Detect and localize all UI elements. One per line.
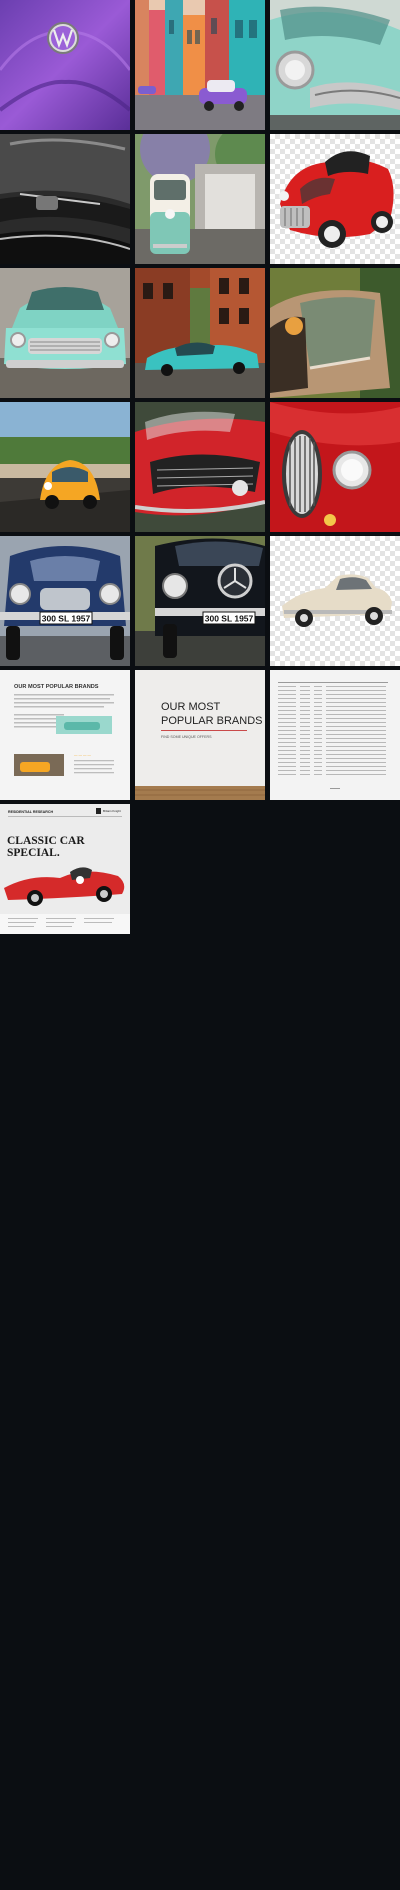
turquoise-chevrolet-image	[0, 268, 130, 398]
brick-street-image	[135, 268, 265, 398]
gallery-tile-orange-fiat[interactable]	[0, 402, 130, 532]
black-hood-image	[0, 134, 130, 264]
turquoise-car-image	[270, 0, 400, 130]
slide-subtitle: FIND SOME UNIQUE OFFERS	[161, 735, 212, 739]
gallery-tile-blue-mercedes[interactable]: 300 SL 1957	[0, 536, 130, 666]
gallery-tile-red-jaguar[interactable]	[270, 402, 400, 532]
brands-slide-image: OUR MOST POPULAR BRANDS FIND SOME UNIQUE…	[135, 670, 265, 800]
gallery-tile-red-mustang[interactable]	[135, 402, 265, 532]
red-convertible-image	[279, 151, 394, 248]
bronze-car-image	[270, 268, 400, 398]
image-gallery: 300 SL 1957 300 SL 1957 OUR MOST POPULAR…	[0, 0, 400, 934]
magazine-masthead: RESIDENTIAL RESEARCH	[8, 810, 53, 814]
gallery-tile-turquoise-chevrolet[interactable]	[0, 268, 130, 398]
magazine-title-line2: SPECIAL.	[7, 847, 60, 859]
gallery-tile-magazine-cover[interactable]: RESIDENTIAL RESEARCH Britain Knight CLAS…	[0, 804, 130, 934]
spreadsheet-image	[270, 670, 400, 800]
gallery-tile-spreadsheet[interactable]	[270, 670, 400, 800]
red-mustang-image	[135, 402, 265, 532]
gallery-tile-cream-car[interactable]	[270, 536, 400, 666]
havana-street-image	[135, 0, 265, 130]
brands-document-image: OUR MOST POPULAR BRANDS — — — —	[0, 670, 130, 800]
vw-bus-image	[135, 134, 265, 264]
cream-car-image	[282, 574, 392, 627]
slide-title-line1: OUR MOST	[161, 701, 221, 713]
gallery-tile-brands-slide[interactable]: OUR MOST POPULAR BRANDS FIND SOME UNIQUE…	[135, 670, 265, 800]
red-jaguar-image	[270, 402, 400, 532]
gallery-tile-vw-emblem[interactable]	[0, 0, 130, 130]
document-heading: OUR MOST POPULAR BRANDS	[14, 684, 99, 690]
license-plate-text: 300 SL 1957	[205, 614, 254, 624]
gallery-tile-bronze-car[interactable]	[270, 268, 400, 398]
license-plate-text: 300 SL 1957	[42, 614, 91, 624]
blue-mercedes-image: 300 SL 1957	[0, 536, 130, 666]
orange-fiat-image	[0, 402, 130, 532]
gallery-tile-black-mercedes[interactable]: 300 SL 1957	[135, 536, 265, 666]
gallery-tile-black-hood[interactable]	[0, 134, 130, 264]
magazine-title-line1: CLASSIC CAR	[7, 835, 85, 847]
gallery-tile-brick-street[interactable]	[135, 268, 265, 398]
gallery-tile-havana-street[interactable]	[135, 0, 265, 130]
gallery-tile-red-convertible[interactable]	[270, 134, 400, 264]
magazine-brand: Britain Knight	[103, 809, 121, 813]
svg-text:— — — —: — — — —	[74, 753, 91, 757]
magazine-cover-image: RESIDENTIAL RESEARCH Britain Knight CLAS…	[0, 804, 130, 934]
slide-title-line2: POPULAR BRANDS	[161, 715, 262, 727]
gallery-tile-brands-document[interactable]: OUR MOST POPULAR BRANDS — — — —	[0, 670, 130, 800]
gallery-tile-vw-bus[interactable]	[135, 134, 265, 264]
vw-emblem-image	[0, 0, 130, 130]
gallery-tile-turquoise-car[interactable]	[270, 0, 400, 130]
black-mercedes-image: 300 SL 1957	[135, 536, 265, 666]
